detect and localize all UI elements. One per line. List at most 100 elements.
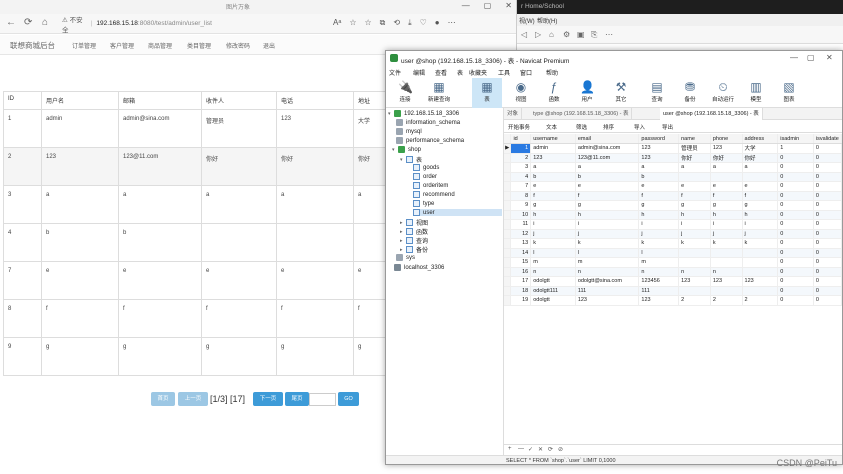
grid-col-isvalidate[interactable]: isvalidate bbox=[813, 134, 842, 144]
more-icon[interactable]: ⋯ bbox=[605, 30, 613, 39]
tree-db-performance-schema[interactable]: performance_schema bbox=[396, 137, 464, 144]
grid-row[interactable]: 18 odolgtt111 111 111 0 0 bbox=[504, 286, 842, 296]
toolbar-user-button[interactable]: 👤 用户 bbox=[572, 78, 602, 108]
grid-cell[interactable]: n bbox=[575, 267, 640, 277]
address-bar[interactable]: ⚠ 不安全 | 192.168.15.18 :8080/test/admin/u… bbox=[62, 17, 212, 34]
grid-cell[interactable]: f bbox=[638, 191, 680, 201]
grid-cell[interactable]: 0 bbox=[777, 219, 814, 230]
home-icon[interactable]: ⌂ bbox=[42, 17, 48, 29]
tab-user-table[interactable]: user @shop (192.168.15.18_3306) - 表 bbox=[660, 108, 763, 120]
grid-cell[interactable]: g bbox=[530, 200, 576, 211]
row-header[interactable] bbox=[504, 200, 512, 211]
browser-tab-title[interactable]: 图片万象 bbox=[226, 2, 250, 11]
grid-cell[interactable]: odolgtt111 bbox=[530, 286, 576, 296]
add-row-icon[interactable]: + bbox=[508, 446, 512, 452]
tree-db-information-schema[interactable]: information_schema bbox=[396, 119, 460, 126]
grid-cell[interactable]: 0 bbox=[777, 162, 814, 173]
row-header[interactable] bbox=[504, 257, 512, 268]
grid-col-address[interactable]: address bbox=[742, 134, 779, 144]
favorites-icon[interactable]: ☆ bbox=[364, 18, 371, 28]
grid-cell[interactable] bbox=[678, 257, 711, 268]
grid-cell[interactable]: 你好 bbox=[678, 153, 711, 163]
nav-link-orders[interactable]: 订单管理 bbox=[72, 41, 96, 50]
grid-cell[interactable]: g bbox=[742, 200, 779, 211]
grid-row[interactable]: 15 m m m 0 0 bbox=[504, 257, 842, 268]
toolbar-connection-button[interactable]: 🔌 连接 bbox=[390, 78, 420, 108]
tree-table-user[interactable]: user bbox=[413, 209, 502, 216]
menu-view[interactable]: 查看 bbox=[435, 68, 447, 77]
row-header[interactable] bbox=[504, 267, 512, 277]
grid-row[interactable]: 2 123 123@11.com 123 你好 你好 你好 0 0 bbox=[504, 153, 842, 163]
grid-cell[interactable]: h bbox=[678, 210, 711, 220]
toolbar-other-button[interactable]: ⚒ 其它 bbox=[606, 78, 636, 108]
grid-cell[interactable]: 1 bbox=[777, 143, 814, 154]
home-icon[interactable]: ⌂ bbox=[549, 30, 554, 39]
profile-avatar-icon[interactable]: ● bbox=[435, 18, 440, 28]
tab-type-table[interactable]: type @shop (192.168.15.18_3306) - 表 bbox=[530, 108, 633, 120]
grid-cell[interactable]: l bbox=[575, 248, 640, 258]
grid-cell[interactable]: 3 bbox=[510, 162, 532, 173]
back-icon[interactable]: ◁ bbox=[521, 30, 527, 39]
delete-row-icon[interactable]: — bbox=[518, 446, 524, 452]
grid-cell[interactable]: 0 bbox=[813, 143, 842, 154]
grid-cell[interactable]: a bbox=[678, 162, 711, 173]
tree-db-shop[interactable]: ▾ shop bbox=[392, 146, 421, 153]
menu-tools[interactable]: 工具 bbox=[498, 68, 510, 77]
grid-cell[interactable]: 4 bbox=[510, 172, 532, 182]
grid-cell[interactable]: 19 bbox=[510, 295, 532, 306]
grid-cell[interactable]: k bbox=[638, 238, 680, 249]
download-icon[interactable]: ⤓ bbox=[408, 18, 412, 28]
grid-row[interactable]: 16 n n n n n 0 0 bbox=[504, 267, 842, 277]
menu-table[interactable]: 表 bbox=[457, 68, 463, 77]
grid-row[interactable]: 4bbb00 bbox=[504, 172, 842, 182]
grid-cell[interactable]: a bbox=[742, 162, 779, 173]
nav-link-logout[interactable]: 退出 bbox=[263, 41, 275, 50]
window-icon[interactable]: ▣ bbox=[577, 30, 585, 39]
nav-link-change-password[interactable]: 修改密码 bbox=[226, 41, 250, 50]
grid-cell[interactable] bbox=[742, 248, 779, 258]
read-aloud-icon[interactable]: Aᵃ bbox=[333, 18, 341, 28]
row-header[interactable] bbox=[504, 162, 512, 173]
grid-cell[interactable] bbox=[710, 172, 743, 182]
grid-cell[interactable]: 0 bbox=[813, 219, 842, 230]
grid-row[interactable]: 10 h h h h h h 0 0 bbox=[504, 210, 842, 220]
grid-cell[interactable]: admin@sina.com bbox=[575, 143, 640, 154]
grid-cell[interactable]: 123456 bbox=[638, 276, 680, 287]
grid-cell[interactable]: 2 bbox=[710, 295, 743, 306]
grid-cell[interactable]: 13 bbox=[510, 238, 532, 249]
grid-cell[interactable]: 10 bbox=[510, 210, 532, 220]
grid-cell[interactable]: 0 bbox=[813, 181, 842, 192]
heart-icon[interactable]: ♡ bbox=[420, 18, 427, 28]
grid-cell[interactable]: 0 bbox=[813, 162, 842, 173]
tree-folder-functions[interactable]: ▸ 函数 bbox=[400, 227, 428, 236]
row-header[interactable] bbox=[504, 238, 512, 249]
grid-cell[interactable]: h bbox=[710, 210, 743, 220]
row-header[interactable] bbox=[504, 286, 512, 296]
menu-help[interactable]: 帮助 bbox=[546, 68, 558, 77]
grid-cell[interactable]: i bbox=[575, 219, 640, 230]
menu-window[interactable]: 窗口 bbox=[520, 68, 532, 77]
grid-cell[interactable]: 123 bbox=[678, 276, 711, 287]
grid-row[interactable]: 19 odolgtt 123 123 2 2 2 0 0 bbox=[504, 295, 842, 306]
grid-cell[interactable]: 0 bbox=[813, 229, 842, 239]
grid-cell[interactable]: j bbox=[530, 229, 576, 239]
more-menu-icon[interactable]: ⋯ bbox=[448, 18, 456, 28]
grid-cell[interactable]: 你好 bbox=[710, 153, 743, 163]
grid-cell[interactable]: 2 bbox=[742, 295, 779, 306]
grid-cell[interactable]: 0 bbox=[777, 172, 814, 182]
grid-cell[interactable]: k bbox=[575, 238, 640, 249]
grid-cell[interactable]: 111 bbox=[575, 286, 640, 296]
row-header[interactable] bbox=[504, 219, 512, 230]
grid-cell[interactable]: 111 bbox=[638, 286, 680, 296]
grid-cell[interactable]: 123 bbox=[638, 143, 680, 154]
grid-cell[interactable]: 0 bbox=[777, 276, 814, 287]
tree-folder-backups[interactable]: ▸ 备份 bbox=[400, 245, 428, 254]
grid-cell[interactable]: k bbox=[710, 238, 743, 249]
grid-cell[interactable]: g bbox=[638, 200, 680, 211]
grid-cell[interactable]: e bbox=[678, 181, 711, 192]
grid-cell[interactable]: 123@11.com bbox=[575, 153, 640, 163]
back-arrow-icon[interactable]: ← bbox=[6, 17, 16, 29]
grid-cell[interactable]: 8 bbox=[510, 191, 532, 201]
menu-edit[interactable]: 编辑 bbox=[413, 68, 425, 77]
current-row-marker-icon[interactable]: ▶ bbox=[504, 143, 512, 154]
